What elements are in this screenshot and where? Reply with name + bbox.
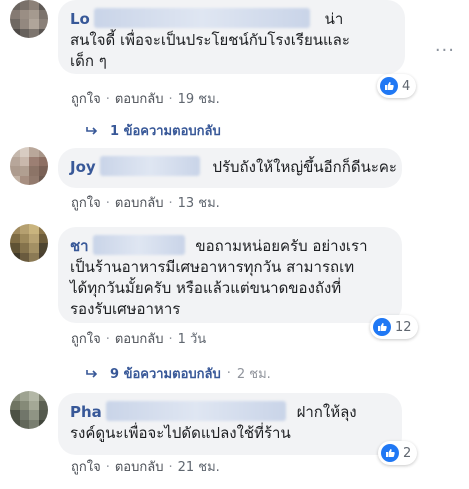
author-name[interactable]: ชา — [70, 237, 89, 255]
replies-count-label: 1 ข้อความตอบกลับ — [110, 124, 221, 139]
reply-arrow-icon — [86, 369, 98, 379]
avatar[interactable] — [10, 391, 48, 429]
reaction-count: 12 — [395, 319, 412, 335]
comment-actions: ถูกใจ · ตอบกลับ · 1 วัน — [71, 332, 207, 347]
avatar[interactable] — [10, 224, 48, 262]
like-button[interactable]: ถูกใจ — [71, 92, 101, 107]
replies-count-label: 9 ข้อความตอบกลับ — [110, 367, 221, 382]
comment-bubble: Lo น่า สนใจดี้ เพื่อจะเป็นประโยชน์กับโรง… — [58, 0, 405, 74]
comment-actions: ถูกใจ · ตอบกลับ · 21 ชม. — [71, 460, 220, 475]
reaction-count: 4 — [402, 78, 411, 94]
comment-text-line2: สนใจดี้ เพื่อจะเป็นประโยชน์กับโรงเรียนแล… — [70, 31, 350, 49]
timestamp[interactable]: 13 ชม. — [178, 196, 220, 211]
reply-button[interactable]: ตอบกลับ — [115, 460, 164, 475]
comment-text-line3: ได้ทุกวันมั้ยครับ หรือแล้วแต่ขนาดของถังท… — [70, 279, 342, 297]
reply-arrow-icon — [86, 126, 98, 136]
more-options-icon[interactable]: ··· — [435, 40, 455, 61]
avatar[interactable] — [10, 0, 48, 38]
author-name[interactable]: Pha — [70, 403, 102, 421]
comment-bubble: ชา ขอถามหน่อยครับ อย่างเรา เป็นร้านอาหาร… — [58, 227, 402, 323]
thumbs-up-icon — [373, 318, 391, 336]
comment-text-line1: ขอถามหน่อยครับ อย่างเรา — [195, 237, 368, 255]
redacted-name — [105, 401, 286, 421]
like-button[interactable]: ถูกใจ — [71, 196, 101, 211]
comment-text-line2: รงค์ดูนะเพื่อจะไปดัดแปลงใช้ที่ร้าน — [70, 424, 291, 442]
avatar[interactable] — [10, 147, 48, 185]
reaction-summary[interactable]: 2 — [378, 441, 418, 465]
comment-text-line4: รองรับเศษอาหาร — [70, 300, 181, 318]
comment-bubble: Pha ฝากให้ลุง รงค์ดูนะเพื่อจะไปดัดแปลงใช… — [58, 393, 402, 455]
timestamp[interactable]: 19 ชม. — [178, 92, 220, 107]
comment-text-line3: เด็ก ๆ — [70, 52, 107, 70]
comment-text-line1: น่า — [324, 10, 344, 28]
comment-text-line1: ฝากให้ลุง — [296, 403, 357, 421]
author-name[interactable]: Joy — [70, 158, 96, 176]
comment-actions: ถูกใจ · ตอบกลับ · 13 ชม. — [71, 196, 220, 211]
view-replies-link[interactable]: 9 ข้อความตอบกลับ · 2 ชม. — [86, 363, 271, 384]
thumbs-up-icon — [380, 77, 398, 95]
view-replies-link[interactable]: 1 ข้อความตอบกลับ — [86, 120, 221, 141]
reaction-summary[interactable]: 12 — [370, 315, 418, 339]
replies-timestamp: 2 ชม. — [236, 367, 271, 382]
reaction-summary[interactable]: 4 — [377, 74, 417, 98]
timestamp[interactable]: 21 ชม. — [178, 460, 220, 475]
redacted-name — [92, 235, 185, 255]
comment-bubble: Joy ปรับถังให้ใหญ่ขึ้นอีกก็ดีนะคะ — [58, 148, 402, 188]
reply-button[interactable]: ตอบกลับ — [115, 92, 164, 107]
redacted-name — [93, 8, 310, 28]
reaction-count: 2 — [403, 445, 412, 461]
reply-button[interactable]: ตอบกลับ — [115, 332, 164, 347]
reply-button[interactable]: ตอบกลับ — [115, 196, 164, 211]
comment-actions: ถูกใจ · ตอบกลับ · 19 ชม. — [71, 92, 220, 107]
comment-text: ปรับถังให้ใหญ่ขึ้นอีกก็ดีนะคะ — [212, 158, 397, 176]
thumbs-up-icon — [381, 444, 399, 462]
like-button[interactable]: ถูกใจ — [71, 460, 101, 475]
like-button[interactable]: ถูกใจ — [71, 332, 101, 347]
timestamp[interactable]: 1 วัน — [178, 332, 207, 347]
redacted-name — [99, 156, 200, 176]
author-name[interactable]: Lo — [70, 10, 90, 28]
comment-text-line2: เป็นร้านอาหารมีเศษอาหารทุกวัน สามารถเท — [70, 258, 355, 276]
